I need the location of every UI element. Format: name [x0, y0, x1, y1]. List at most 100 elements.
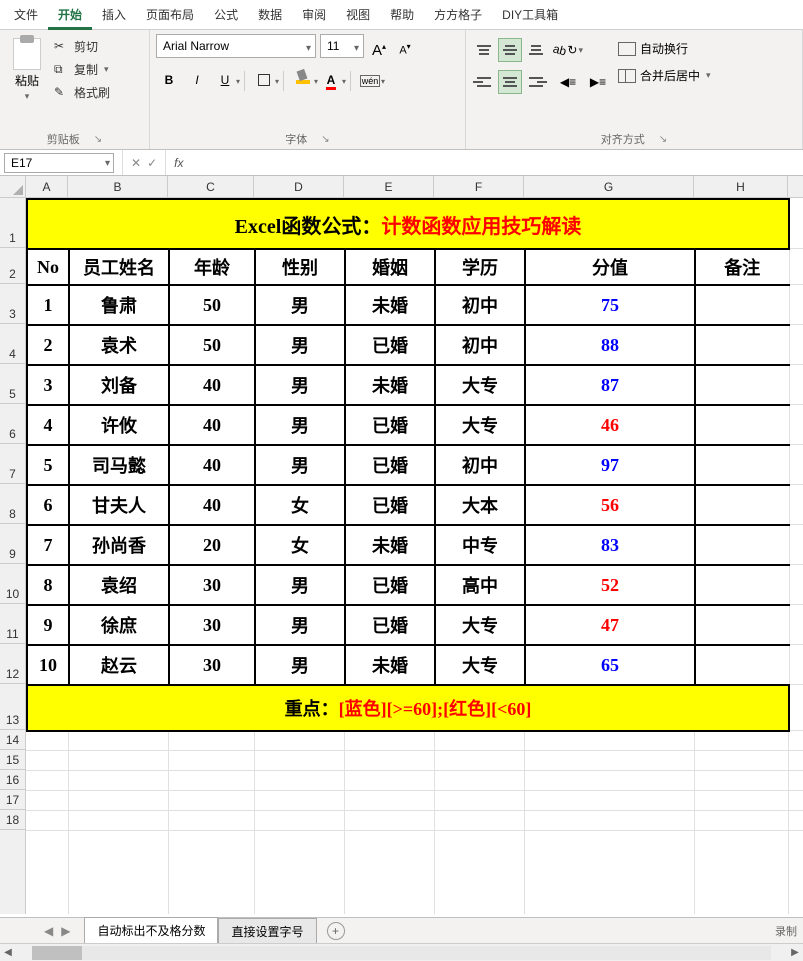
align-bottom-button[interactable]	[524, 38, 548, 62]
col-header-H[interactable]: H	[694, 176, 788, 197]
font-size-select[interactable]: 11	[320, 34, 364, 58]
cell[interactable]: 赵云	[69, 645, 169, 685]
cell[interactable]	[695, 605, 789, 645]
ribbon-tab-1[interactable]: 开始	[48, 0, 92, 30]
cell[interactable]: 初中	[435, 285, 525, 325]
cell[interactable]: 初中	[435, 445, 525, 485]
cell[interactable]	[695, 645, 789, 685]
row-header-3[interactable]: 3	[0, 284, 25, 324]
cell[interactable]	[695, 485, 789, 525]
cut-button[interactable]: 剪切	[54, 38, 110, 55]
row-header-15[interactable]: 15	[0, 750, 25, 770]
cell[interactable]: 男	[255, 365, 345, 405]
cell[interactable]: 8	[27, 565, 69, 605]
cell[interactable]: 已婚	[345, 405, 435, 445]
cell[interactable]: 男	[255, 325, 345, 365]
cell[interactable]: 3	[27, 365, 69, 405]
bold-button[interactable]: B	[156, 68, 182, 94]
cell[interactable]: 75	[525, 285, 695, 325]
fx-icon[interactable]: fx	[166, 156, 191, 170]
cell[interactable]: 30	[169, 645, 255, 685]
cell[interactable]: 1	[27, 285, 69, 325]
fill-color-button[interactable]: ▾	[290, 68, 316, 94]
ribbon-tab-0[interactable]: 文件	[4, 0, 48, 30]
cell[interactable]: 大专	[435, 645, 525, 685]
sheet-nav[interactable]: ◀▶	[30, 924, 84, 938]
col-header-E[interactable]: E	[344, 176, 434, 197]
cell[interactable]: 4	[27, 405, 69, 445]
cell[interactable]: 50	[169, 285, 255, 325]
cell[interactable]	[695, 445, 789, 485]
font-color-button[interactable]: A▾	[318, 68, 344, 94]
sheet-tab-other[interactable]: 直接设置字号	[218, 918, 316, 944]
align-left-button[interactable]	[472, 70, 496, 94]
wrap-text-button[interactable]: 自动换行	[618, 40, 711, 57]
cell[interactable]: 30	[169, 605, 255, 645]
cell[interactable]: 40	[169, 445, 255, 485]
cell[interactable]: 女	[255, 525, 345, 565]
italic-button[interactable]: I	[184, 68, 210, 94]
cell[interactable]: 56	[525, 485, 695, 525]
cell[interactable]: 男	[255, 605, 345, 645]
cell[interactable]: 未婚	[345, 365, 435, 405]
decrease-indent-button[interactable]: ◀≡	[554, 70, 582, 94]
decrease-font-button[interactable]: A▾	[394, 35, 416, 57]
cell[interactable]: 52	[525, 565, 695, 605]
cell[interactable]: 袁绍	[69, 565, 169, 605]
cell[interactable]: 未婚	[345, 645, 435, 685]
col-header-A[interactable]: A	[26, 176, 68, 197]
spreadsheet-grid[interactable]: ABCDEFGH 123456789101112131415161718 Exc…	[0, 176, 803, 914]
cell[interactable]: 大专	[435, 605, 525, 645]
name-box[interactable]: E17	[4, 153, 114, 173]
ribbon-tab-8[interactable]: 帮助	[380, 0, 424, 30]
align-middle-button[interactable]	[498, 38, 522, 62]
underline-button[interactable]: U▾	[212, 68, 238, 94]
horizontal-scrollbar[interactable]: ◀▶	[0, 943, 803, 961]
row-header-18[interactable]: 18	[0, 810, 25, 830]
row-header-13[interactable]: 13	[0, 684, 25, 730]
cell[interactable]: 袁术	[69, 325, 169, 365]
clipboard-dialog-launcher-icon[interactable]: ↘	[94, 134, 102, 145]
cell[interactable]: 徐庶	[69, 605, 169, 645]
cell[interactable]: 大专	[435, 365, 525, 405]
cell[interactable]	[695, 325, 789, 365]
row-header-10[interactable]: 10	[0, 564, 25, 604]
row-header-4[interactable]: 4	[0, 324, 25, 364]
cell[interactable]: 40	[169, 485, 255, 525]
cell[interactable]	[695, 565, 789, 605]
cell[interactable]: 46	[525, 405, 695, 445]
ribbon-tab-9[interactable]: 方方格子	[424, 0, 492, 30]
cell[interactable]	[695, 365, 789, 405]
cell[interactable]: 孙尚香	[69, 525, 169, 565]
ribbon-tab-3[interactable]: 页面布局	[136, 0, 204, 30]
cell[interactable]: 许攸	[69, 405, 169, 445]
row-header-9[interactable]: 9	[0, 524, 25, 564]
cell[interactable]: 40	[169, 405, 255, 445]
cell[interactable]: 65	[525, 645, 695, 685]
row-header-11[interactable]: 11	[0, 604, 25, 644]
format-painter-button[interactable]: 格式刷	[54, 84, 110, 101]
cell[interactable]: 40	[169, 365, 255, 405]
font-name-select[interactable]: Arial Narrow	[156, 34, 316, 58]
col-header-B[interactable]: B	[68, 176, 168, 197]
cell[interactable]: 女	[255, 485, 345, 525]
row-header-16[interactable]: 16	[0, 770, 25, 790]
cell[interactable]: 97	[525, 445, 695, 485]
formula-input[interactable]	[191, 153, 803, 173]
align-dialog-launcher-icon[interactable]: ↘	[659, 134, 667, 145]
cell[interactable]: 30	[169, 565, 255, 605]
col-header-F[interactable]: F	[434, 176, 524, 197]
cell[interactable]: 鲁肃	[69, 285, 169, 325]
cell[interactable]: 男	[255, 645, 345, 685]
cell[interactable]: 男	[255, 405, 345, 445]
cell[interactable]: 男	[255, 285, 345, 325]
increase-font-button[interactable]: A▴	[368, 35, 390, 57]
row-header-2[interactable]: 2	[0, 248, 25, 284]
row-header-5[interactable]: 5	[0, 364, 25, 404]
row-header-6[interactable]: 6	[0, 404, 25, 444]
cell[interactable]: 刘备	[69, 365, 169, 405]
cell[interactable]: 83	[525, 525, 695, 565]
cell[interactable]: 男	[255, 445, 345, 485]
cell[interactable]: 中专	[435, 525, 525, 565]
orientation-button[interactable]: ab↻▾	[554, 38, 582, 62]
